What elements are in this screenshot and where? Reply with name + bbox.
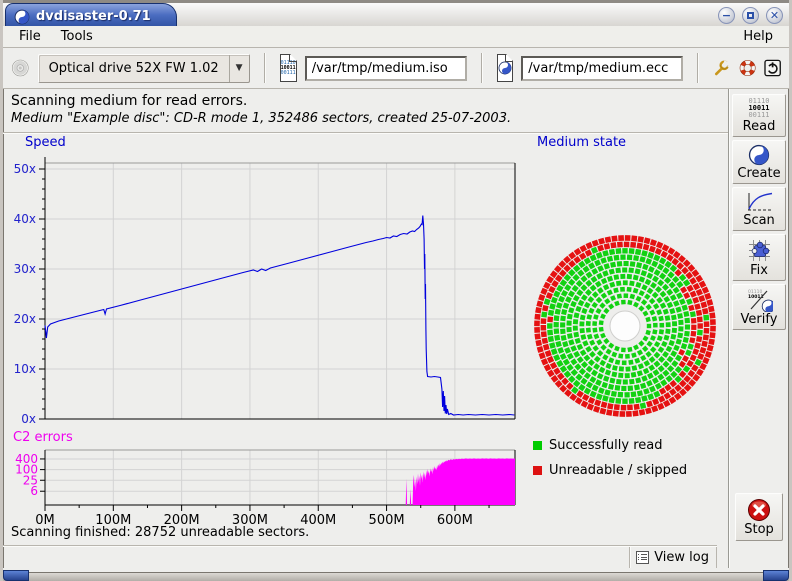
log-list-icon [636,551,649,564]
medium-state-disc [523,229,728,428]
status-line: Scanning finished: 28752 unreadable sect… [3,522,728,545]
drive-selector-value: Optical drive 52X FW 1.02 [39,61,229,76]
medium-state-title: Medium state [537,135,626,150]
toolbar: Optical drive 52X FW 1.02 ▼ 01110 10011 … [3,48,789,89]
puzzle-piece-icon [747,238,772,263]
title-bar[interactable]: dvdisaster-0.71 − ✕ [3,0,789,26]
chevron-down-icon: ▼ [229,55,249,82]
menu-tools[interactable]: Tools [51,27,103,46]
chart-zone: Speed Medium state C2 errors 0x10x20x30x… [3,133,728,522]
iso-image-icon: 01110 10011 00111 [280,54,297,82]
app-window: dvdisaster-0.71 − ✕ File Tools Help Opti… [0,0,792,581]
legend-skip-label: Unreadable / skipped [549,463,687,478]
toolbar-separator [697,53,699,83]
svg-text:40x: 40x [14,212,36,226]
bottom-right-corner[interactable] [763,570,789,581]
stop-icon [747,498,771,522]
toolbar-separator [481,53,483,83]
red-swatch [533,466,542,475]
speed-c2-charts: 0x10x20x30x40x50x6251004000M100M200M300M… [3,133,525,531]
read-button[interactable]: 01110 10011 00111 Read [732,94,786,137]
scan-curve-icon [745,191,773,213]
view-log-button[interactable]: View log [629,547,717,568]
page-fold [290,54,297,61]
maximize-button[interactable] [742,7,759,24]
scan-status-head: Scanning medium for read errors. Medium … [3,89,728,133]
stop-label: Stop [744,522,774,537]
window-title: dvdisaster-0.71 [36,9,151,24]
stop-button[interactable]: Stop [735,493,783,541]
window-bottom-frame [3,568,789,581]
legend-unreadable-skipped: Unreadable / skipped [533,463,723,478]
yinyang-mini-icon [498,61,512,75]
quit-power-icon[interactable] [764,55,781,81]
binary-rows-icon: 01110 10011 00111 [748,98,769,119]
drive-selector[interactable]: Optical drive 52X FW 1.02 ▼ [38,54,250,83]
verify-compare-icon: 01110 10011 [745,288,773,312]
yinyang-icon [748,144,770,166]
legend-successfully-read: Successfully read [533,438,723,453]
verify-button[interactable]: 01110 10011 Verify [732,284,786,330]
maximize-icon [747,12,754,19]
verify-label: Verify [741,312,778,327]
toolbar-separator [264,53,266,83]
iso-path-input[interactable] [305,56,467,81]
ecc-file-icon [497,54,514,82]
action-sidebar: 01110 10011 00111 Read Create Scan [728,89,789,568]
bottom-frame-bar[interactable] [3,572,789,581]
page-fold [506,54,513,61]
menu-file[interactable]: File [9,27,51,46]
legend-read-label: Successfully read [549,438,662,453]
svg-text:400: 400 [15,452,38,466]
menu-help[interactable]: Help [733,27,783,46]
fix-label: Fix [750,263,768,278]
minimize-button[interactable]: − [718,7,735,24]
preferences-wrench-icon[interactable] [713,55,730,81]
svg-text:0x: 0x [21,412,36,426]
svg-text:10x: 10x [14,362,36,376]
bin-row: 00111 [281,71,296,76]
svg-text:30x: 30x [14,262,36,276]
view-log-label: View log [654,550,709,565]
scan-button[interactable]: Scan [732,187,786,231]
bottom-bar: View log [3,545,717,568]
app-yinyang-icon [14,9,30,25]
close-button[interactable]: ✕ [766,7,783,24]
svg-text:20x: 20x [14,312,36,326]
green-swatch [533,441,542,450]
menu-bar: File Tools Help [3,26,789,48]
scan-label: Scan [743,213,775,228]
fix-button[interactable]: Fix [732,234,786,281]
medium-info-line: Medium "Example disc": CD-R mode 1, 3524… [11,111,720,126]
svg-text:50x: 50x [14,162,36,176]
cd-drive-icon[interactable] [11,54,30,82]
bottom-left-corner[interactable] [3,570,29,581]
ecc-path-input[interactable] [521,56,683,81]
help-lifebelt-icon[interactable] [739,55,756,81]
create-label: Create [737,166,780,181]
create-button[interactable]: Create [732,140,786,184]
scan-status-line1: Scanning medium for read errors. [11,93,720,109]
read-label: Read [743,119,776,134]
